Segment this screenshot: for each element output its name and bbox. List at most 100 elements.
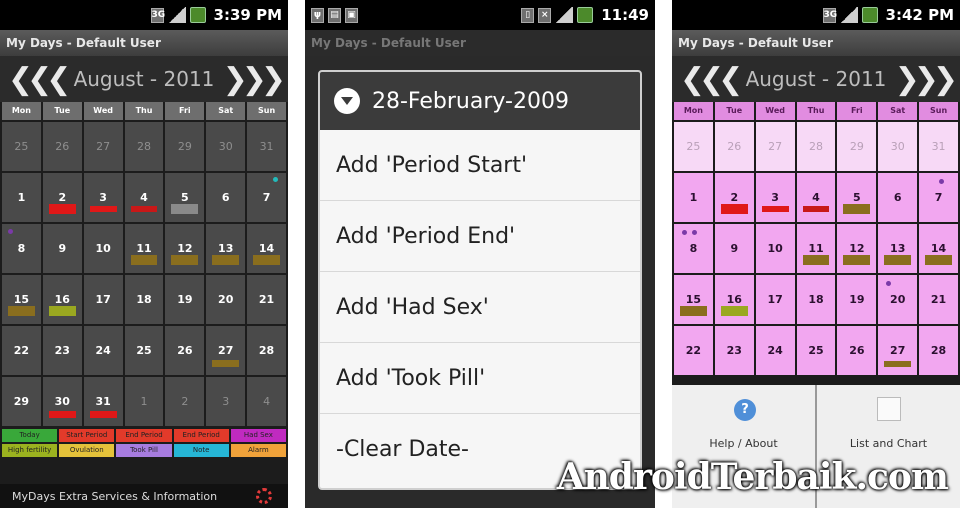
next-month-button[interactable]: ❯❯❯ xyxy=(223,62,286,97)
next-month-button[interactable]: ❯❯❯ xyxy=(895,62,958,97)
day-cell[interactable]: 8 xyxy=(2,224,41,273)
day-cell[interactable]: 20 xyxy=(878,275,918,324)
period-start-marker xyxy=(48,204,76,214)
day-cell[interactable]: 26 xyxy=(714,122,754,171)
day-cell[interactable]: 2 xyxy=(165,377,205,426)
day-cell[interactable]: 4 xyxy=(796,173,836,222)
day-cell[interactable]: 2 xyxy=(42,173,82,222)
day-cell[interactable]: 5 xyxy=(165,173,205,222)
day-cell[interactable]: 8 xyxy=(674,224,713,273)
day-cell[interactable]: 18 xyxy=(124,275,164,324)
day-cell[interactable]: 26 xyxy=(165,326,205,375)
day-cell[interactable]: 14 xyxy=(919,224,958,273)
day-cell[interactable]: 29 xyxy=(2,377,41,426)
day-cell[interactable]: 24 xyxy=(83,326,123,375)
day-cell[interactable]: 17 xyxy=(83,275,123,324)
day-cell[interactable]: 22 xyxy=(674,326,713,375)
day-cell[interactable]: 21 xyxy=(919,275,958,324)
day-cell[interactable]: 3 xyxy=(755,173,795,222)
day-cell[interactable]: 1 xyxy=(2,173,41,222)
menu-item-took-pill[interactable]: Add 'Took Pill' xyxy=(320,343,640,414)
app-title-dimmed: My Days - Default User xyxy=(305,30,655,56)
day-cell[interactable]: 9 xyxy=(42,224,82,273)
day-cell[interactable]: 4 xyxy=(124,173,164,222)
list-and-chart-label: List and Chart xyxy=(849,437,928,450)
day-cell[interactable]: 13 xyxy=(206,224,246,273)
weekday-label: Thu xyxy=(796,102,836,120)
day-cell[interactable]: 24 xyxy=(755,326,795,375)
day-cell[interactable]: 28 xyxy=(124,122,164,171)
day-cell[interactable]: 13 xyxy=(878,224,918,273)
day-cell[interactable]: 18 xyxy=(796,275,836,324)
day-cell[interactable]: 30 xyxy=(42,377,82,426)
day-cell[interactable]: 27 xyxy=(878,326,918,375)
day-cell[interactable]: 11 xyxy=(124,224,164,273)
menu-item-had-sex[interactable]: Add 'Had Sex' xyxy=(320,272,640,343)
weekday-label: Tue xyxy=(714,102,754,120)
day-cell[interactable]: 6 xyxy=(206,173,246,222)
day-cell[interactable]: 31 xyxy=(83,377,123,426)
day-cell[interactable]: 12 xyxy=(837,224,877,273)
day-cell[interactable]: 10 xyxy=(755,224,795,273)
day-cell[interactable]: 1 xyxy=(124,377,164,426)
note-marker xyxy=(171,204,199,214)
day-cell[interactable]: 17 xyxy=(755,275,795,324)
day-cell[interactable]: 7 xyxy=(247,173,286,222)
day-cell[interactable]: 19 xyxy=(165,275,205,324)
day-cell[interactable]: 22 xyxy=(2,326,41,375)
day-cell[interactable]: 15 xyxy=(2,275,41,324)
weekday-header: Mon Tue Wed Thu Fri Sat Sun xyxy=(0,102,288,122)
day-cell[interactable]: 3 xyxy=(206,377,246,426)
day-cell[interactable]: 10 xyxy=(83,224,123,273)
day-cell[interactable]: 16 xyxy=(714,275,754,324)
day-cell[interactable]: 27 xyxy=(206,326,246,375)
day-cell[interactable]: 19 xyxy=(837,275,877,324)
day-cell[interactable]: 14 xyxy=(247,224,286,273)
day-cell[interactable]: 29 xyxy=(837,122,877,171)
day-cell[interactable]: 25 xyxy=(2,122,41,171)
day-cell[interactable]: 29 xyxy=(165,122,205,171)
day-cell[interactable]: 6 xyxy=(878,173,918,222)
day-cell[interactable]: 30 xyxy=(878,122,918,171)
network-3g-icon: 3G xyxy=(150,7,165,23)
day-cell[interactable]: 26 xyxy=(837,326,877,375)
day-cell[interactable]: 23 xyxy=(42,326,82,375)
day-cell[interactable]: 9 xyxy=(714,224,754,273)
menu-item-period-start[interactable]: Add 'Period Start' xyxy=(320,130,640,201)
day-cell[interactable]: 12 xyxy=(165,224,205,273)
period-marker xyxy=(761,206,789,212)
day-cell[interactable]: 30 xyxy=(206,122,246,171)
day-cell[interactable]: 4 xyxy=(247,377,286,426)
previous-month-button[interactable]: ❮❮❮ xyxy=(8,62,71,97)
day-cell[interactable]: 28 xyxy=(796,122,836,171)
day-cell[interactable]: 28 xyxy=(919,326,958,375)
day-cell[interactable]: 25 xyxy=(674,122,713,171)
day-cell[interactable]: 15 xyxy=(674,275,713,324)
extra-services-bar[interactable]: MyDays Extra Services & Information xyxy=(0,484,288,508)
previous-month-button[interactable]: ❮❮❮ xyxy=(680,62,743,97)
day-cell[interactable]: 20 xyxy=(206,275,246,324)
day-cell[interactable]: 1 xyxy=(674,173,713,222)
weekday-label: Sun xyxy=(919,102,958,120)
day-cell[interactable]: 31 xyxy=(247,122,286,171)
signal-icon xyxy=(839,7,858,23)
day-cell[interactable]: 21 xyxy=(247,275,286,324)
day-cell[interactable]: 11 xyxy=(796,224,836,273)
day-cell[interactable]: 27 xyxy=(755,122,795,171)
day-cell[interactable]: 25 xyxy=(124,326,164,375)
weekday-label: Fri xyxy=(837,102,877,120)
day-cell[interactable]: 28 xyxy=(247,326,286,375)
fertility-marker xyxy=(843,255,871,265)
day-cell[interactable]: 31 xyxy=(919,122,958,171)
no-signal-icon: ⨯ xyxy=(538,7,552,23)
day-cell[interactable]: 26 xyxy=(42,122,82,171)
day-cell[interactable]: 3 xyxy=(83,173,123,222)
menu-item-period-end[interactable]: Add 'Period End' xyxy=(320,201,640,272)
day-cell[interactable]: 25 xyxy=(796,326,836,375)
day-cell[interactable]: 2 xyxy=(714,173,754,222)
day-cell[interactable]: 16 xyxy=(42,275,82,324)
day-cell[interactable]: 5 xyxy=(837,173,877,222)
day-cell[interactable]: 7 xyxy=(919,173,958,222)
day-cell[interactable]: 23 xyxy=(714,326,754,375)
day-cell[interactable]: 27 xyxy=(83,122,123,171)
